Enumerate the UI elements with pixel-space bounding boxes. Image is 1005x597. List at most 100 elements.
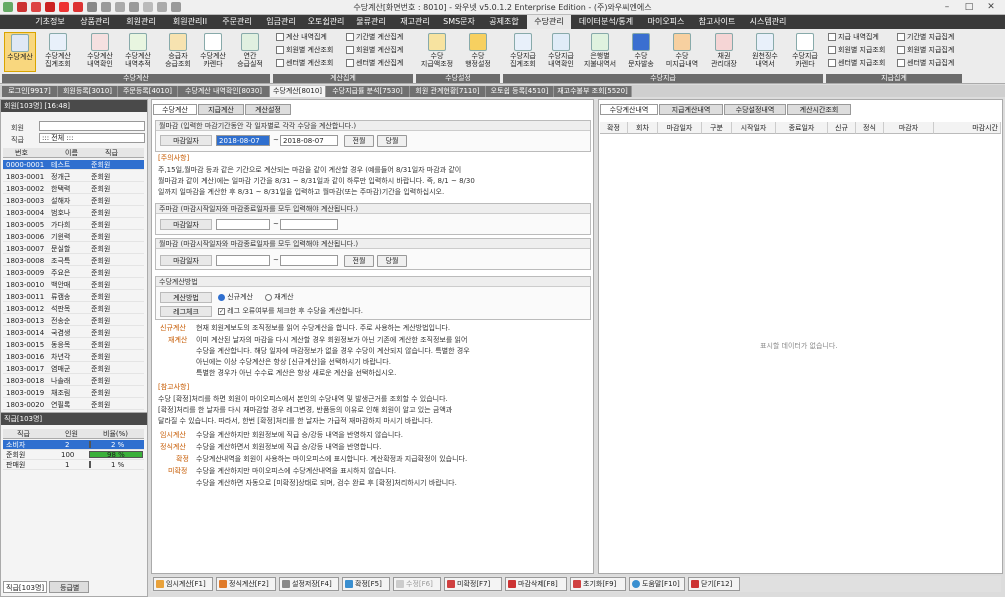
date-from-input[interactable]: 2018-08-07 — [216, 135, 270, 146]
doc-tab[interactable]: 수당지급률 분석[7530] — [326, 86, 410, 97]
ribbon-button[interactable]: 수당계산 내역추적 — [122, 32, 154, 72]
ribbon-button[interactable]: 수당계산 카렌다 — [197, 32, 229, 72]
menu-item[interactable]: 상품관리 — [73, 15, 117, 29]
leg-check-checkbox[interactable]: ✓ 레그 오류여부를 체크한 후 수당을 계산합니다. — [218, 306, 363, 317]
doc-tab[interactable]: 회원등록[3010] — [58, 86, 118, 97]
table-row[interactable]: 1803-0015 동응목 준회원 — [3, 340, 144, 350]
table-row[interactable]: 1803-0018 나솔래 준회원 — [3, 376, 144, 386]
tab-payment-calc[interactable]: 지급계산 — [198, 104, 244, 115]
help-button[interactable]: 도움말[F10] — [629, 577, 685, 591]
table-row[interactable]: 1803-0011 류캠송 준회원 — [3, 292, 144, 302]
temp-calc-button[interactable]: 임시계산[F1] — [153, 577, 213, 591]
week-date-from-input[interactable] — [216, 219, 270, 230]
col-header[interactable]: 인원 — [65, 429, 78, 439]
ribbon-small-item[interactable]: 회원별 계산조회 — [276, 45, 333, 56]
table-row[interactable]: 1803-0003 설해자 준회원 — [3, 196, 144, 206]
col-header[interactable]: 회차 — [628, 122, 658, 134]
col-header[interactable]: 정식 — [856, 122, 884, 134]
ribbon-small-item[interactable]: 지급 내역집계 — [828, 32, 879, 43]
table-row[interactable]: 1803-0007 문실할 준회원 — [3, 244, 144, 254]
col-header[interactable]: 직급 — [17, 429, 30, 439]
ribbon-small-item[interactable]: 센터별 지급조회 — [828, 58, 885, 69]
ribbon-small-item[interactable]: 계산 내역집계 — [276, 32, 327, 43]
tab-calc-history[interactable]: 수당계산내역 — [600, 104, 658, 115]
tab-pay-history[interactable]: 지급계산내역 — [659, 104, 723, 115]
ribbon-button[interactable]: 수당지급 내역확인 — [543, 32, 579, 72]
ribbon-button[interactable]: 채권 관리대장 — [707, 32, 741, 72]
close-icon[interactable]: ✕ — [980, 1, 1002, 13]
ribbon-calc-button[interactable]: 수당계산 — [4, 32, 36, 72]
ribbon-small-item[interactable]: 회원별 지급집계 — [897, 45, 954, 56]
col-header[interactable]: 신규 — [828, 122, 856, 134]
edit-button[interactable]: 수정[F6] — [393, 577, 441, 591]
ribbon-small-item[interactable]: 회원별 계산집계 — [346, 45, 403, 56]
ribbon-button[interactable]: 수당 문자발송 — [624, 32, 658, 72]
menu-item[interactable]: 공제조합 — [481, 15, 527, 29]
menu-item[interactable]: 마이오피스 — [641, 15, 691, 29]
unconfirm-button[interactable]: 미확정[F7] — [444, 577, 502, 591]
ribbon-button[interactable]: 수당지급 카렌다 — [787, 32, 823, 72]
menu-item[interactable]: 참고사이트 — [692, 15, 742, 29]
ribbon-button[interactable]: 원천징수 내역서 — [746, 32, 784, 72]
ribbon-button[interactable]: 수당지급 집계조회 — [505, 32, 541, 72]
ribbon-small-item[interactable]: 센터별 지급집계 — [897, 58, 954, 69]
rank-row[interactable]: 소비자 2 2 % — [3, 440, 144, 450]
col-header[interactable]: 구분 — [702, 122, 732, 134]
delete-close-button[interactable]: 마감삭제[F8] — [505, 577, 567, 591]
ribbon-small-item[interactable]: 기간별 지급집계 — [897, 32, 954, 43]
table-row[interactable]: 1803-0009 주요은 준회원 — [3, 268, 144, 278]
tab-setting-history[interactable]: 수당설정내역 — [724, 104, 786, 115]
doc-tab[interactable]: 수당계산 내역확인[8030] — [178, 86, 270, 97]
menu-item[interactable]: 입금관리 — [259, 15, 303, 29]
ribbon-button[interactable]: 연간 승급실적 — [234, 32, 266, 72]
menu-item[interactable]: 회원관리II — [165, 15, 215, 29]
menu-item[interactable]: 물류관리 — [349, 15, 393, 29]
radio-recalc[interactable]: 재계산 — [265, 292, 294, 303]
col-header[interactable]: 마감자 — [884, 122, 934, 134]
table-row[interactable]: 1803-0008 조극특 준회원 — [3, 256, 144, 266]
col-header[interactable]: 이름 — [65, 148, 78, 158]
rank-select[interactable]: ::: 전체 ::: — [39, 133, 145, 143]
tab-commission-calc[interactable]: 수당계산 — [153, 104, 197, 115]
tab-time-query[interactable]: 계산시간조회 — [787, 104, 851, 115]
col-header[interactable]: 번호 — [15, 148, 28, 158]
table-row[interactable]: 1803-0002 한택력 준회원 — [3, 184, 144, 194]
col-header[interactable]: 마감시간 — [934, 122, 1001, 134]
table-row[interactable]: 1803-0020 연필록 준회원 — [3, 400, 144, 410]
table-row[interactable]: 1803-0013 전송순 준회원 — [3, 316, 144, 326]
table-row[interactable]: 1803-0006 기윈력 준회원 — [3, 232, 144, 242]
col-header[interactable]: 확정 — [600, 122, 628, 134]
ribbon-button[interactable]: 수당계산 집계조회 — [42, 32, 74, 72]
ribbon-button[interactable]: 승급자 승급조회 — [162, 32, 194, 72]
ribbon-button[interactable]: 수당계산 내역확인 — [84, 32, 116, 72]
tab-calc-settings[interactable]: 계산설정 — [245, 104, 291, 115]
col-header[interactable]: 종료일자 — [776, 122, 828, 134]
week-date-to-input[interactable] — [280, 219, 338, 230]
prev-month-button[interactable]: 전월 — [344, 255, 374, 267]
ribbon-small-item[interactable]: 회원별 지급조회 — [828, 45, 885, 56]
tab-grade[interactable]: 등급별 — [49, 581, 89, 593]
menu-item[interactable]: 데이터분석/통계 — [572, 15, 640, 29]
table-row[interactable]: 1803-0019 채조림 준회원 — [3, 388, 144, 398]
ribbon-button[interactable]: 수당 지급액조정 — [418, 32, 456, 72]
doc-tab[interactable]: 오토쉽 등록[4510] — [486, 86, 554, 97]
menu-item[interactable]: 시스템관리 — [743, 15, 793, 29]
doc-tab[interactable]: 재고수불부 조회[5520] — [554, 86, 632, 97]
ribbon-small-item[interactable]: 센터별 계산조회 — [276, 58, 333, 69]
col-header[interactable]: 직급 — [105, 148, 118, 158]
ribbon-small-item[interactable]: 기간별 계산집계 — [346, 32, 403, 43]
confirm-button[interactable]: 확정[F5] — [342, 577, 390, 591]
table-row[interactable]: 1803-0014 국겸생 준회원 — [3, 328, 144, 338]
table-row[interactable]: 1803-0010 백안매 준회원 — [3, 280, 144, 290]
current-month-button[interactable]: 당월 — [377, 135, 407, 147]
col-header[interactable]: 마감일자 — [658, 122, 702, 134]
maximize-icon[interactable]: □ — [958, 1, 980, 13]
ribbon-button[interactable]: 수당 행정설정 — [460, 32, 496, 72]
ribbon-button[interactable]: 은행별 지불내역서 — [581, 32, 619, 72]
ribbon-button[interactable]: 수당 미지급내역 — [663, 32, 701, 72]
tab-rank[interactable]: 직급[103명] — [3, 581, 47, 593]
table-row[interactable]: 1803-0012 석판목 준회원 — [3, 304, 144, 314]
menu-item[interactable]: SMS문자 — [437, 15, 481, 29]
month-date-from-input[interactable] — [216, 255, 270, 266]
doc-tab[interactable]: 로그인[9917] — [2, 86, 58, 97]
